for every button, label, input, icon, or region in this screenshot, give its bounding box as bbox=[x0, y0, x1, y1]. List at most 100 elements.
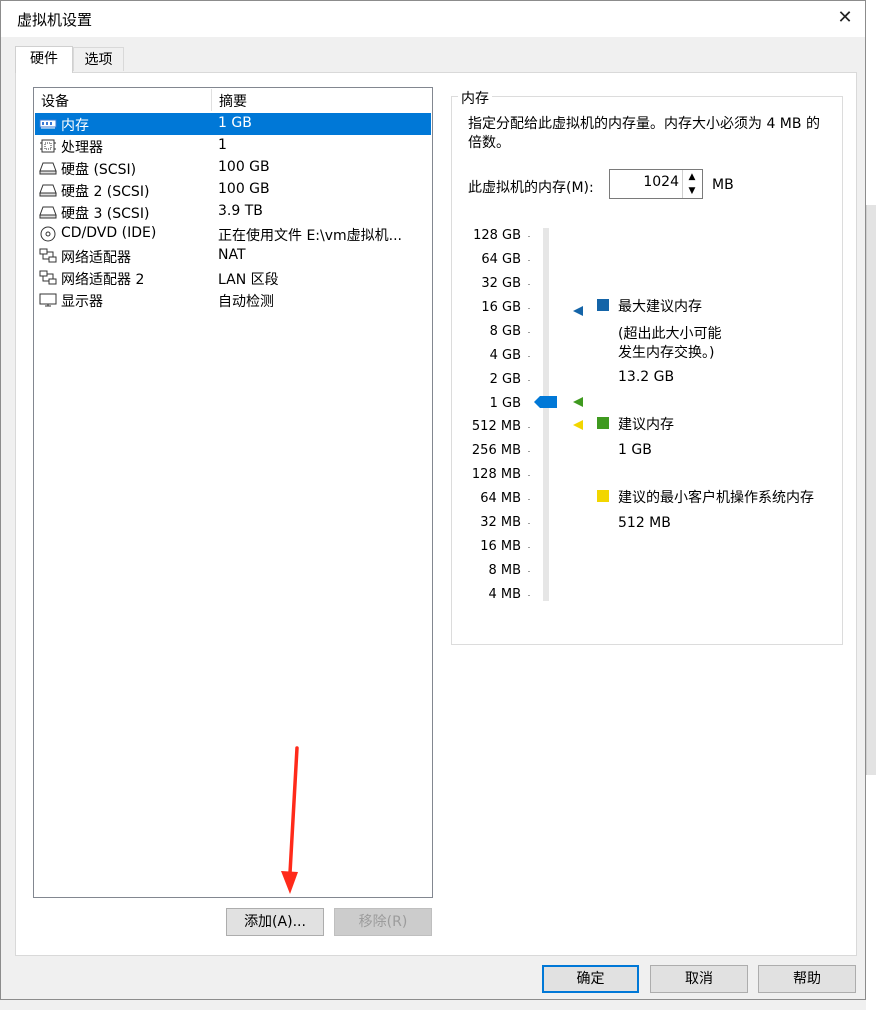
slider-tick-label: 32 GB bbox=[481, 276, 521, 291]
recommended-memory-title: 建议内存 bbox=[618, 417, 674, 433]
device-name: 网络适配器 2 bbox=[61, 272, 145, 288]
device-name: 硬盘 2 (SCSI) bbox=[61, 184, 150, 200]
slider-tick-label: 64 GB bbox=[481, 252, 521, 267]
list-item-processor[interactable]: 处理器 1 bbox=[35, 135, 431, 157]
slider-tick-mark bbox=[528, 475, 530, 476]
device-summary: 正在使用文件 E:\vm虚拟机... bbox=[218, 228, 403, 244]
device-summary: 3.9 TB bbox=[218, 203, 263, 219]
memory-description: 指定分配给此虚拟机的内存量。内存大小必须为 4 MB 的倍数。 bbox=[468, 116, 820, 151]
list-item-hard-disk-3[interactable]: 硬盘 3 (SCSI) 3.9 TB bbox=[35, 201, 431, 223]
recommended-arrow-icon bbox=[573, 397, 583, 407]
device-name: 网络适配器 bbox=[61, 250, 131, 266]
device-name: 显示器 bbox=[61, 294, 103, 310]
slider-tick-mark bbox=[528, 380, 530, 381]
memory-group-title: 内存 bbox=[458, 88, 492, 108]
list-item-network-adapter-2[interactable]: 网络适配器 2 LAN 区段 bbox=[35, 267, 431, 289]
slider-tick-mark bbox=[528, 427, 530, 428]
max-memory-title: 最大建议内存 bbox=[618, 299, 702, 315]
column-header-device[interactable]: 设备 bbox=[41, 91, 69, 111]
max-recommended-arrow-icon bbox=[573, 306, 583, 316]
device-name: 内存 bbox=[61, 118, 89, 134]
network-adapter-icon bbox=[39, 270, 57, 285]
network-adapter-icon bbox=[39, 248, 57, 263]
slider-tick-mark bbox=[528, 451, 530, 452]
help-button[interactable]: 帮助 bbox=[758, 965, 856, 993]
max-memory-note: (超出此大小可能 bbox=[618, 326, 722, 342]
slider-tick-mark bbox=[528, 260, 530, 261]
tab-hardware[interactable]: 硬件 bbox=[15, 46, 73, 73]
recommended-memory-value: 1 GB bbox=[618, 442, 652, 458]
list-item-cd-dvd[interactable]: CD/DVD (IDE) 正在使用文件 E:\vm虚拟机... bbox=[35, 223, 431, 245]
hard-disk-icon bbox=[39, 206, 57, 219]
device-summary: 自动检测 bbox=[218, 294, 274, 310]
memory-slider-track[interactable] bbox=[543, 228, 549, 601]
cd-dvd-icon bbox=[40, 226, 56, 242]
cancel-button[interactable]: 取消 bbox=[650, 965, 748, 993]
column-separator[interactable] bbox=[211, 89, 212, 111]
slider-tick-mark bbox=[528, 332, 530, 333]
list-item-network-adapter[interactable]: 网络适配器 NAT bbox=[35, 245, 431, 267]
device-summary: 100 GB bbox=[218, 159, 270, 175]
memory-value-input[interactable]: 1024 bbox=[611, 174, 679, 190]
device-summary: 100 GB bbox=[218, 181, 270, 197]
slider-tick-label: 4 MB bbox=[488, 587, 521, 602]
slider-tick-mark bbox=[528, 595, 530, 596]
device-name: 硬盘 (SCSI) bbox=[61, 162, 137, 178]
column-header-summary[interactable]: 摘要 bbox=[219, 91, 247, 111]
device-name: 处理器 bbox=[61, 140, 103, 156]
slider-tick-label: 4 GB bbox=[489, 348, 521, 363]
red-arrow-annotation bbox=[281, 746, 299, 894]
min-recommended-arrow-icon bbox=[573, 420, 583, 430]
display-icon bbox=[39, 293, 57, 307]
device-summary: LAN 区段 bbox=[218, 272, 279, 288]
max-memory-note: 发生内存交换。) bbox=[618, 345, 715, 361]
slider-tick-label: 128 MB bbox=[471, 467, 521, 482]
device-name: CD/DVD (IDE) bbox=[61, 225, 157, 241]
list-item-display[interactable]: 显示器 自动检测 bbox=[35, 289, 431, 311]
add-button[interactable]: 添加(A)... bbox=[226, 908, 324, 936]
list-item-memory[interactable]: 内存 1 GB bbox=[35, 113, 431, 135]
tab-options[interactable]: 选项 bbox=[73, 47, 124, 71]
slider-tick-label: 8 GB bbox=[489, 324, 521, 339]
slider-tick-label: 256 MB bbox=[471, 443, 521, 458]
slider-tick-label: 512 MB bbox=[471, 419, 521, 434]
slider-tick-mark bbox=[528, 356, 530, 357]
window-title: 虚拟机设置 bbox=[17, 11, 93, 29]
device-summary: 1 bbox=[218, 137, 227, 153]
slider-tick-mark bbox=[528, 571, 530, 572]
max-memory-value: 13.2 GB bbox=[618, 369, 675, 385]
hard-disk-icon bbox=[39, 184, 57, 197]
title-bar bbox=[1, 1, 865, 37]
memory-icon bbox=[39, 119, 57, 129]
slider-tick-mark bbox=[528, 236, 530, 237]
ok-button[interactable]: 确定 bbox=[542, 965, 639, 993]
slider-tick-mark bbox=[528, 499, 530, 500]
remove-button[interactable]: 移除(R) bbox=[334, 908, 432, 936]
close-button[interactable]: ✕ bbox=[828, 3, 862, 33]
list-item-hard-disk-2[interactable]: 硬盘 2 (SCSI) 100 GB bbox=[35, 179, 431, 201]
slider-tick-mark bbox=[528, 284, 530, 285]
hard-disk-icon bbox=[39, 162, 57, 175]
device-summary: NAT bbox=[218, 247, 246, 263]
spin-down-icon[interactable]: ▼ bbox=[683, 185, 701, 198]
max-memory-marker bbox=[597, 299, 609, 311]
device-summary: 1 GB bbox=[218, 115, 252, 131]
memory-unit: MB bbox=[712, 177, 734, 193]
background-panel bbox=[866, 205, 876, 775]
slider-tick-label: 16 MB bbox=[480, 539, 521, 554]
memory-slider-thumb[interactable] bbox=[534, 396, 557, 408]
slider-tick-label: 128 GB bbox=[473, 228, 521, 243]
list-item-hard-disk[interactable]: 硬盘 (SCSI) 100 GB bbox=[35, 157, 431, 179]
slider-tick-label: 16 GB bbox=[481, 300, 521, 315]
slider-tick-mark bbox=[528, 523, 530, 524]
slider-tick-label: 32 MB bbox=[480, 515, 521, 530]
memory-field-label: 此虚拟机的内存(M): bbox=[468, 180, 594, 196]
spin-up-icon[interactable]: ▲ bbox=[683, 171, 701, 184]
processor-icon bbox=[40, 139, 56, 153]
slider-tick-label: 64 MB bbox=[480, 491, 521, 506]
min-memory-value: 512 MB bbox=[618, 515, 671, 531]
device-name: 硬盘 3 (SCSI) bbox=[61, 206, 150, 222]
slider-tick-label: 1 GB bbox=[489, 396, 521, 411]
slider-tick-mark bbox=[528, 308, 530, 309]
slider-tick-label: 8 MB bbox=[488, 563, 521, 578]
